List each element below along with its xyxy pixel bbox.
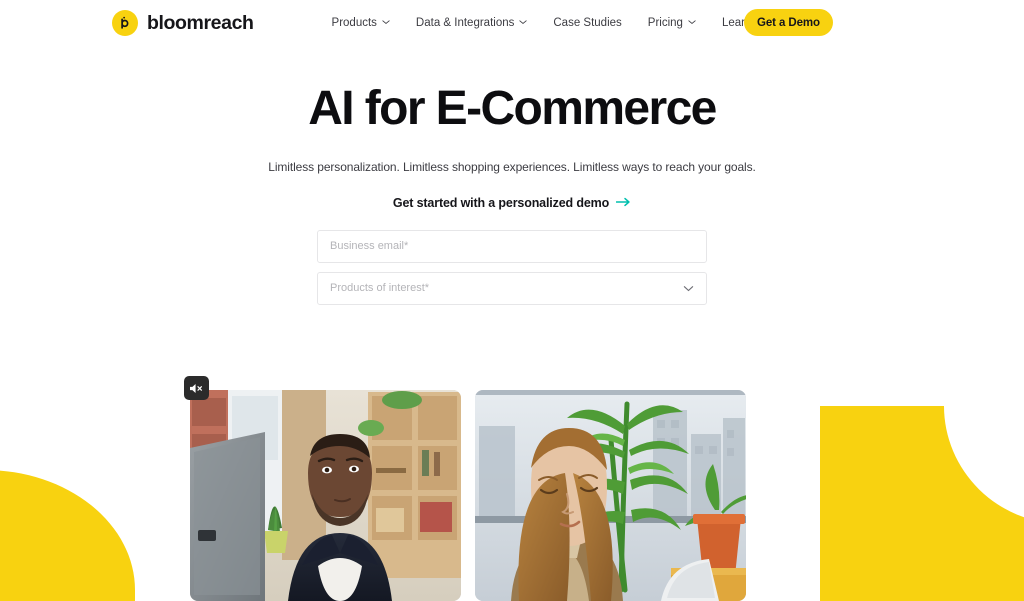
nav-item-products[interactable]: Products <box>332 17 390 29</box>
bloomreach-b-logo-icon <box>112 10 138 36</box>
business-email-input[interactable] <box>317 229 707 263</box>
chevron-down-icon <box>382 18 390 26</box>
video-card-office-man[interactable] <box>190 390 461 601</box>
nav-item-case-studies[interactable]: Case Studies <box>553 17 621 29</box>
hero-subtitle: Limitless personalization. Limitless sho… <box>268 159 756 174</box>
chevron-down-icon <box>688 18 696 26</box>
get-started-label: Get started with a personalized demo <box>392 195 610 210</box>
nav-item-label: Products <box>331 17 377 29</box>
nav-item-label: Case Studies <box>553 17 622 29</box>
brand-logo-link[interactable]: bloomreach <box>112 10 254 36</box>
nav-item-data-integrations[interactable]: Data & Integrations <box>415 17 528 29</box>
nav-item-label: Data & Integrations <box>415 17 515 29</box>
page-title: AI for E-Commerce <box>308 82 717 135</box>
get-a-demo-button[interactable]: Get a Demo <box>744 9 833 36</box>
site-header: bloomreach Products Data & Integrations … <box>0 0 1024 46</box>
demo-request-form: Products of interest* <box>317 229 707 305</box>
speaker-muted-icon <box>189 382 204 395</box>
mute-toggle-button[interactable] <box>184 376 209 400</box>
nav-item-pricing[interactable]: Pricing <box>648 17 696 29</box>
chevron-down-icon <box>683 283 694 294</box>
products-of-interest-placeholder: Products of interest* <box>330 282 430 295</box>
chevron-down-icon <box>519 18 528 26</box>
arrow-right-icon <box>615 196 631 210</box>
products-of-interest-select[interactable]: Products of interest* <box>317 271 707 305</box>
products-of-interest-field-wrap: Products of interest* <box>317 271 707 305</box>
main-navigation: Products Data & Integrations Case Studie… <box>332 17 765 29</box>
video-card-list <box>190 390 746 601</box>
hero-section: AI for E-Commerce Limitless personalizat… <box>0 46 1024 305</box>
brand-name: bloomreach <box>147 11 254 34</box>
nav-item-label: Pricing <box>647 17 683 29</box>
video-card-laptop-woman[interactable] <box>475 390 746 601</box>
get-started-link[interactable]: Get started with a personalized demo <box>393 196 631 210</box>
business-email-field-wrap <box>317 229 707 263</box>
yellow-curved-shape-left <box>0 470 135 601</box>
